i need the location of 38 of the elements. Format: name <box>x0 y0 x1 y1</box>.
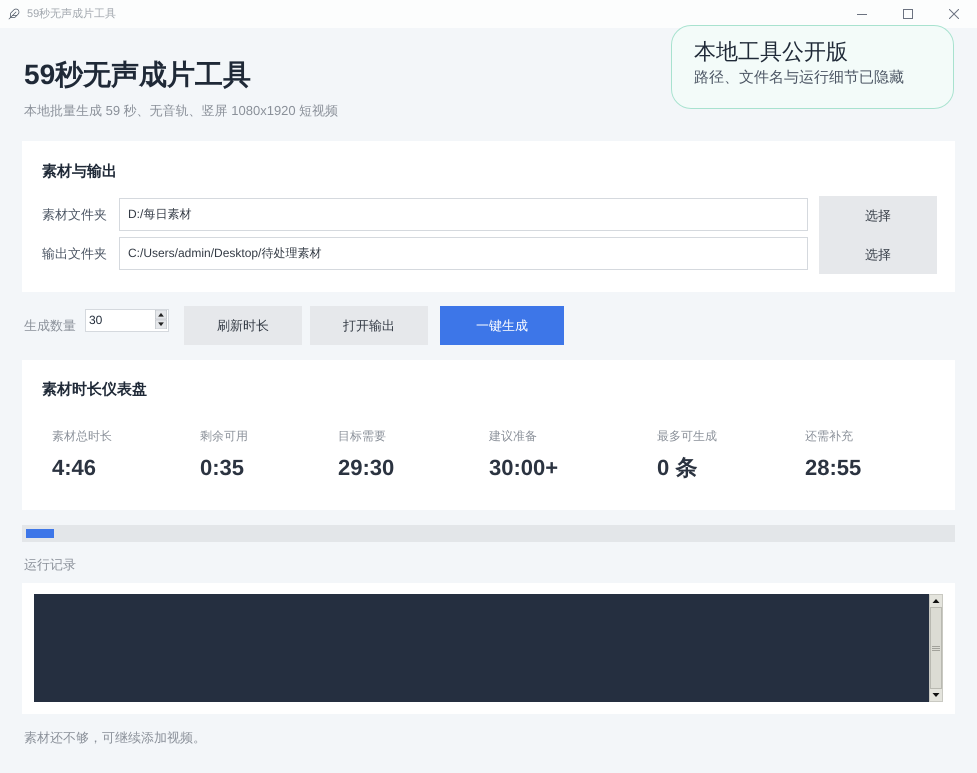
stat-value: 29:30 <box>338 454 394 482</box>
spinner-arrows-icon[interactable] <box>155 310 167 329</box>
stat-value: 30:00+ <box>489 454 558 482</box>
stat-label: 剩余可用 <box>200 428 248 444</box>
action-button[interactable]: 刷新时长 <box>184 306 302 345</box>
stat-value: 0 条 <box>657 454 698 482</box>
stat-label: 最多可生成 <box>657 428 717 444</box>
feather-icon <box>8 8 20 20</box>
choose-button[interactable]: 选择 <box>819 196 937 235</box>
card-heading: 素材时长仪表盘 <box>42 380 147 400</box>
folder-input[interactable]: C:/Users/admin/Desktop/待处理素材 <box>119 237 808 270</box>
stat-label: 还需补充 <box>805 428 853 444</box>
stat-value: 0:35 <box>200 454 244 482</box>
app-heading: 59秒无声成片工具 <box>24 58 252 92</box>
stat-label: 目标需要 <box>338 428 386 444</box>
scrollbar[interactable] <box>929 594 943 702</box>
generate-button[interactable]: 一键生成 <box>440 306 564 345</box>
grip-icon <box>932 646 940 650</box>
stat-value: 4:46 <box>52 454 96 482</box>
card-heading: 素材与输出 <box>42 162 117 182</box>
close-icon <box>949 9 959 19</box>
stat-label: 素材总时长 <box>52 428 112 444</box>
folder-input[interactable]: D:/每日素材 <box>119 198 808 231</box>
status-text: 素材还不够，可继续添加视频。 <box>24 729 206 747</box>
window-title: 59秒无声成片工具 <box>27 7 116 22</box>
scrollbar-thumb[interactable] <box>930 607 942 689</box>
stat-label: 建议准备 <box>489 428 537 444</box>
stat-value: 28:55 <box>805 454 862 482</box>
action-button[interactable]: 打开输出 <box>310 306 428 345</box>
choose-button[interactable]: 选择 <box>819 235 937 274</box>
log-label: 运行记录 <box>24 556 76 574</box>
field-label: 素材文件夹 <box>42 206 108 224</box>
count-label: 生成数量 <box>24 316 76 334</box>
notice-title: 本地工具公开版 <box>694 38 848 66</box>
maximize-icon <box>903 9 913 19</box>
field-label: 输出文件夹 <box>42 244 108 262</box>
notice-text: 路径、文件名与运行细节已隐藏 <box>694 68 904 88</box>
app-subtitle: 本地批量生成 59 秒、无音轨、竖屏 1080x1920 短视频 <box>24 102 338 120</box>
